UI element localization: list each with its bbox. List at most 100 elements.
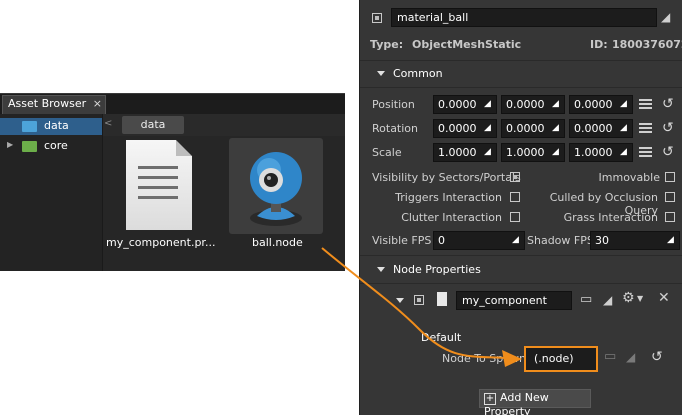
folder-tree: data ▶ core	[0, 114, 103, 271]
visible-fps-value: 0	[438, 234, 445, 247]
rotation-x-field[interactable]: 0.0000 ◢	[433, 119, 497, 138]
tab-asset-browser[interactable]: Asset Browser ×	[2, 95, 106, 114]
file-tile-ball-node[interactable]	[229, 138, 323, 234]
drag-handle-icon[interactable]: ◢	[512, 236, 520, 245]
drag-handle-icon[interactable]: ◢	[620, 100, 628, 109]
drag-handle-icon[interactable]: ◢	[552, 100, 560, 109]
immovable-checkbox[interactable]	[665, 172, 675, 182]
drag-handle-icon[interactable]: ◢	[484, 148, 492, 157]
reset-icon[interactable]: ↺	[662, 97, 674, 111]
back-icon[interactable]: <	[104, 118, 112, 129]
divider	[360, 283, 682, 284]
doc-line	[138, 176, 178, 179]
close-icon[interactable]: ×	[93, 97, 102, 110]
collapse-triangle-icon[interactable]	[396, 298, 404, 303]
shadow-fps-value: 30	[595, 234, 609, 247]
doc-line	[138, 166, 178, 169]
id-label: ID:	[590, 38, 608, 51]
shadow-fps-field[interactable]: 30 ◢	[590, 231, 680, 250]
drag-handle-icon[interactable]: ◢	[620, 124, 628, 133]
chevron-down-icon[interactable]: ▼	[637, 292, 643, 306]
scale-label: Scale	[372, 146, 402, 159]
culled-occlusion-checkbox[interactable]	[665, 192, 675, 202]
reset-icon[interactable]: ↺	[651, 350, 663, 364]
visibility-sectors-label: Visibility by Sectors/Portals	[372, 171, 521, 184]
rotation-y-field[interactable]: 0.0000 ◢	[501, 119, 565, 138]
scale-y-value: 1.0000	[506, 146, 545, 159]
triggers-interaction-checkbox[interactable]	[510, 192, 520, 202]
edit-icon[interactable]: ◢	[661, 10, 670, 24]
drag-handle-icon[interactable]: ◢	[552, 124, 560, 133]
visible-fps-field[interactable]: 0 ◢	[433, 231, 525, 250]
properties-panel: material_ball ◢ Type: ObjectMeshStatic I…	[359, 0, 682, 418]
component-enable-checkbox[interactable]	[414, 295, 424, 305]
plus-icon: +	[484, 393, 496, 405]
menu-icon[interactable]	[639, 147, 652, 157]
position-x-value: 0.0000	[438, 98, 477, 111]
node-to-spawn-label: Node To Spawn	[442, 352, 526, 365]
add-new-property-button[interactable]: + Add New Property	[479, 389, 591, 418]
tree-item-data[interactable]: data	[0, 118, 102, 135]
triggers-interaction-label: Triggers Interaction	[395, 191, 502, 204]
rotation-z-value: 0.0000	[574, 122, 613, 135]
position-z-field[interactable]: 0.0000 ◢	[569, 95, 633, 114]
menu-icon[interactable]	[639, 123, 652, 133]
position-y-value: 0.0000	[506, 98, 545, 111]
visibility-sectors-checkbox[interactable]	[510, 172, 520, 182]
tab-label: Asset Browser	[8, 97, 87, 110]
node-to-spawn-field[interactable]: (.node)	[524, 346, 598, 372]
section-node-properties[interactable]: Node Properties	[393, 263, 481, 276]
scale-y-field[interactable]: 1.0000 ◢	[501, 143, 565, 162]
edit-icon[interactable]: ◢	[626, 350, 635, 364]
type-value: ObjectMeshStatic	[412, 38, 522, 51]
node-ball-icon	[250, 152, 302, 226]
drag-handle-icon[interactable]: ◢	[620, 148, 628, 157]
type-label: Type:	[370, 38, 404, 51]
tree-item-core[interactable]: ▶ core	[0, 138, 102, 155]
scale-x-field[interactable]: 1.0000 ◢	[433, 143, 497, 162]
folder-icon[interactable]: ▭	[580, 293, 592, 307]
object-name-field[interactable]: material_ball	[391, 8, 657, 27]
drag-handle-icon[interactable]: ◢	[484, 100, 492, 109]
clutter-interaction-checkbox[interactable]	[510, 212, 520, 222]
enable-checkbox[interactable]	[372, 13, 382, 23]
collapse-triangle-icon[interactable]	[377, 267, 385, 272]
rotation-y-value: 0.0000	[506, 122, 545, 135]
folder-icon	[22, 121, 37, 132]
core-folder-icon	[22, 141, 37, 152]
reset-icon[interactable]: ↺	[662, 145, 674, 159]
folder-icon[interactable]: ▭	[604, 350, 616, 364]
menu-icon[interactable]	[639, 99, 652, 109]
section-common[interactable]: Common	[393, 67, 443, 80]
breadcrumb[interactable]: data	[122, 116, 184, 134]
component-name-field[interactable]: my_component	[456, 291, 572, 310]
reset-icon[interactable]: ↺	[662, 121, 674, 135]
drag-handle-icon[interactable]: ◢	[667, 236, 675, 245]
tree-item-label: core	[44, 139, 68, 152]
expand-arrow-icon[interactable]: ▶	[7, 140, 13, 149]
position-x-field[interactable]: 0.0000 ◢	[433, 95, 497, 114]
drag-handle-icon[interactable]: ◢	[484, 124, 492, 133]
drag-handle-icon[interactable]: ◢	[552, 148, 560, 157]
doc-line	[138, 186, 178, 189]
collapse-triangle-icon[interactable]	[377, 71, 385, 76]
close-icon[interactable]: ✕	[658, 291, 670, 305]
file-name-ball-node[interactable]: ball.node	[252, 236, 303, 249]
document-icon[interactable]	[126, 140, 192, 230]
clutter-interaction-label: Clutter Interaction	[401, 211, 502, 224]
edit-icon[interactable]: ◢	[603, 293, 612, 307]
position-z-value: 0.0000	[574, 98, 613, 111]
gear-icon[interactable]: ⚙	[622, 291, 635, 305]
scale-z-field[interactable]: 1.0000 ◢	[569, 143, 633, 162]
shadow-fps-label: Shadow FPS	[527, 234, 594, 247]
page-fold	[176, 140, 192, 156]
rotation-z-field[interactable]: 0.0000 ◢	[569, 119, 633, 138]
grass-interaction-checkbox[interactable]	[665, 212, 675, 222]
position-y-field[interactable]: 0.0000 ◢	[501, 95, 565, 114]
group-label-default: Default	[421, 331, 462, 344]
grass-interaction-label: Grass Interaction	[563, 211, 658, 224]
node-to-spawn-value: (.node)	[534, 352, 574, 365]
visible-fps-label: Visible FPS	[372, 234, 432, 247]
file-name-my-component[interactable]: my_component.pr...	[106, 236, 215, 249]
id-value: 1800376072	[612, 38, 682, 51]
